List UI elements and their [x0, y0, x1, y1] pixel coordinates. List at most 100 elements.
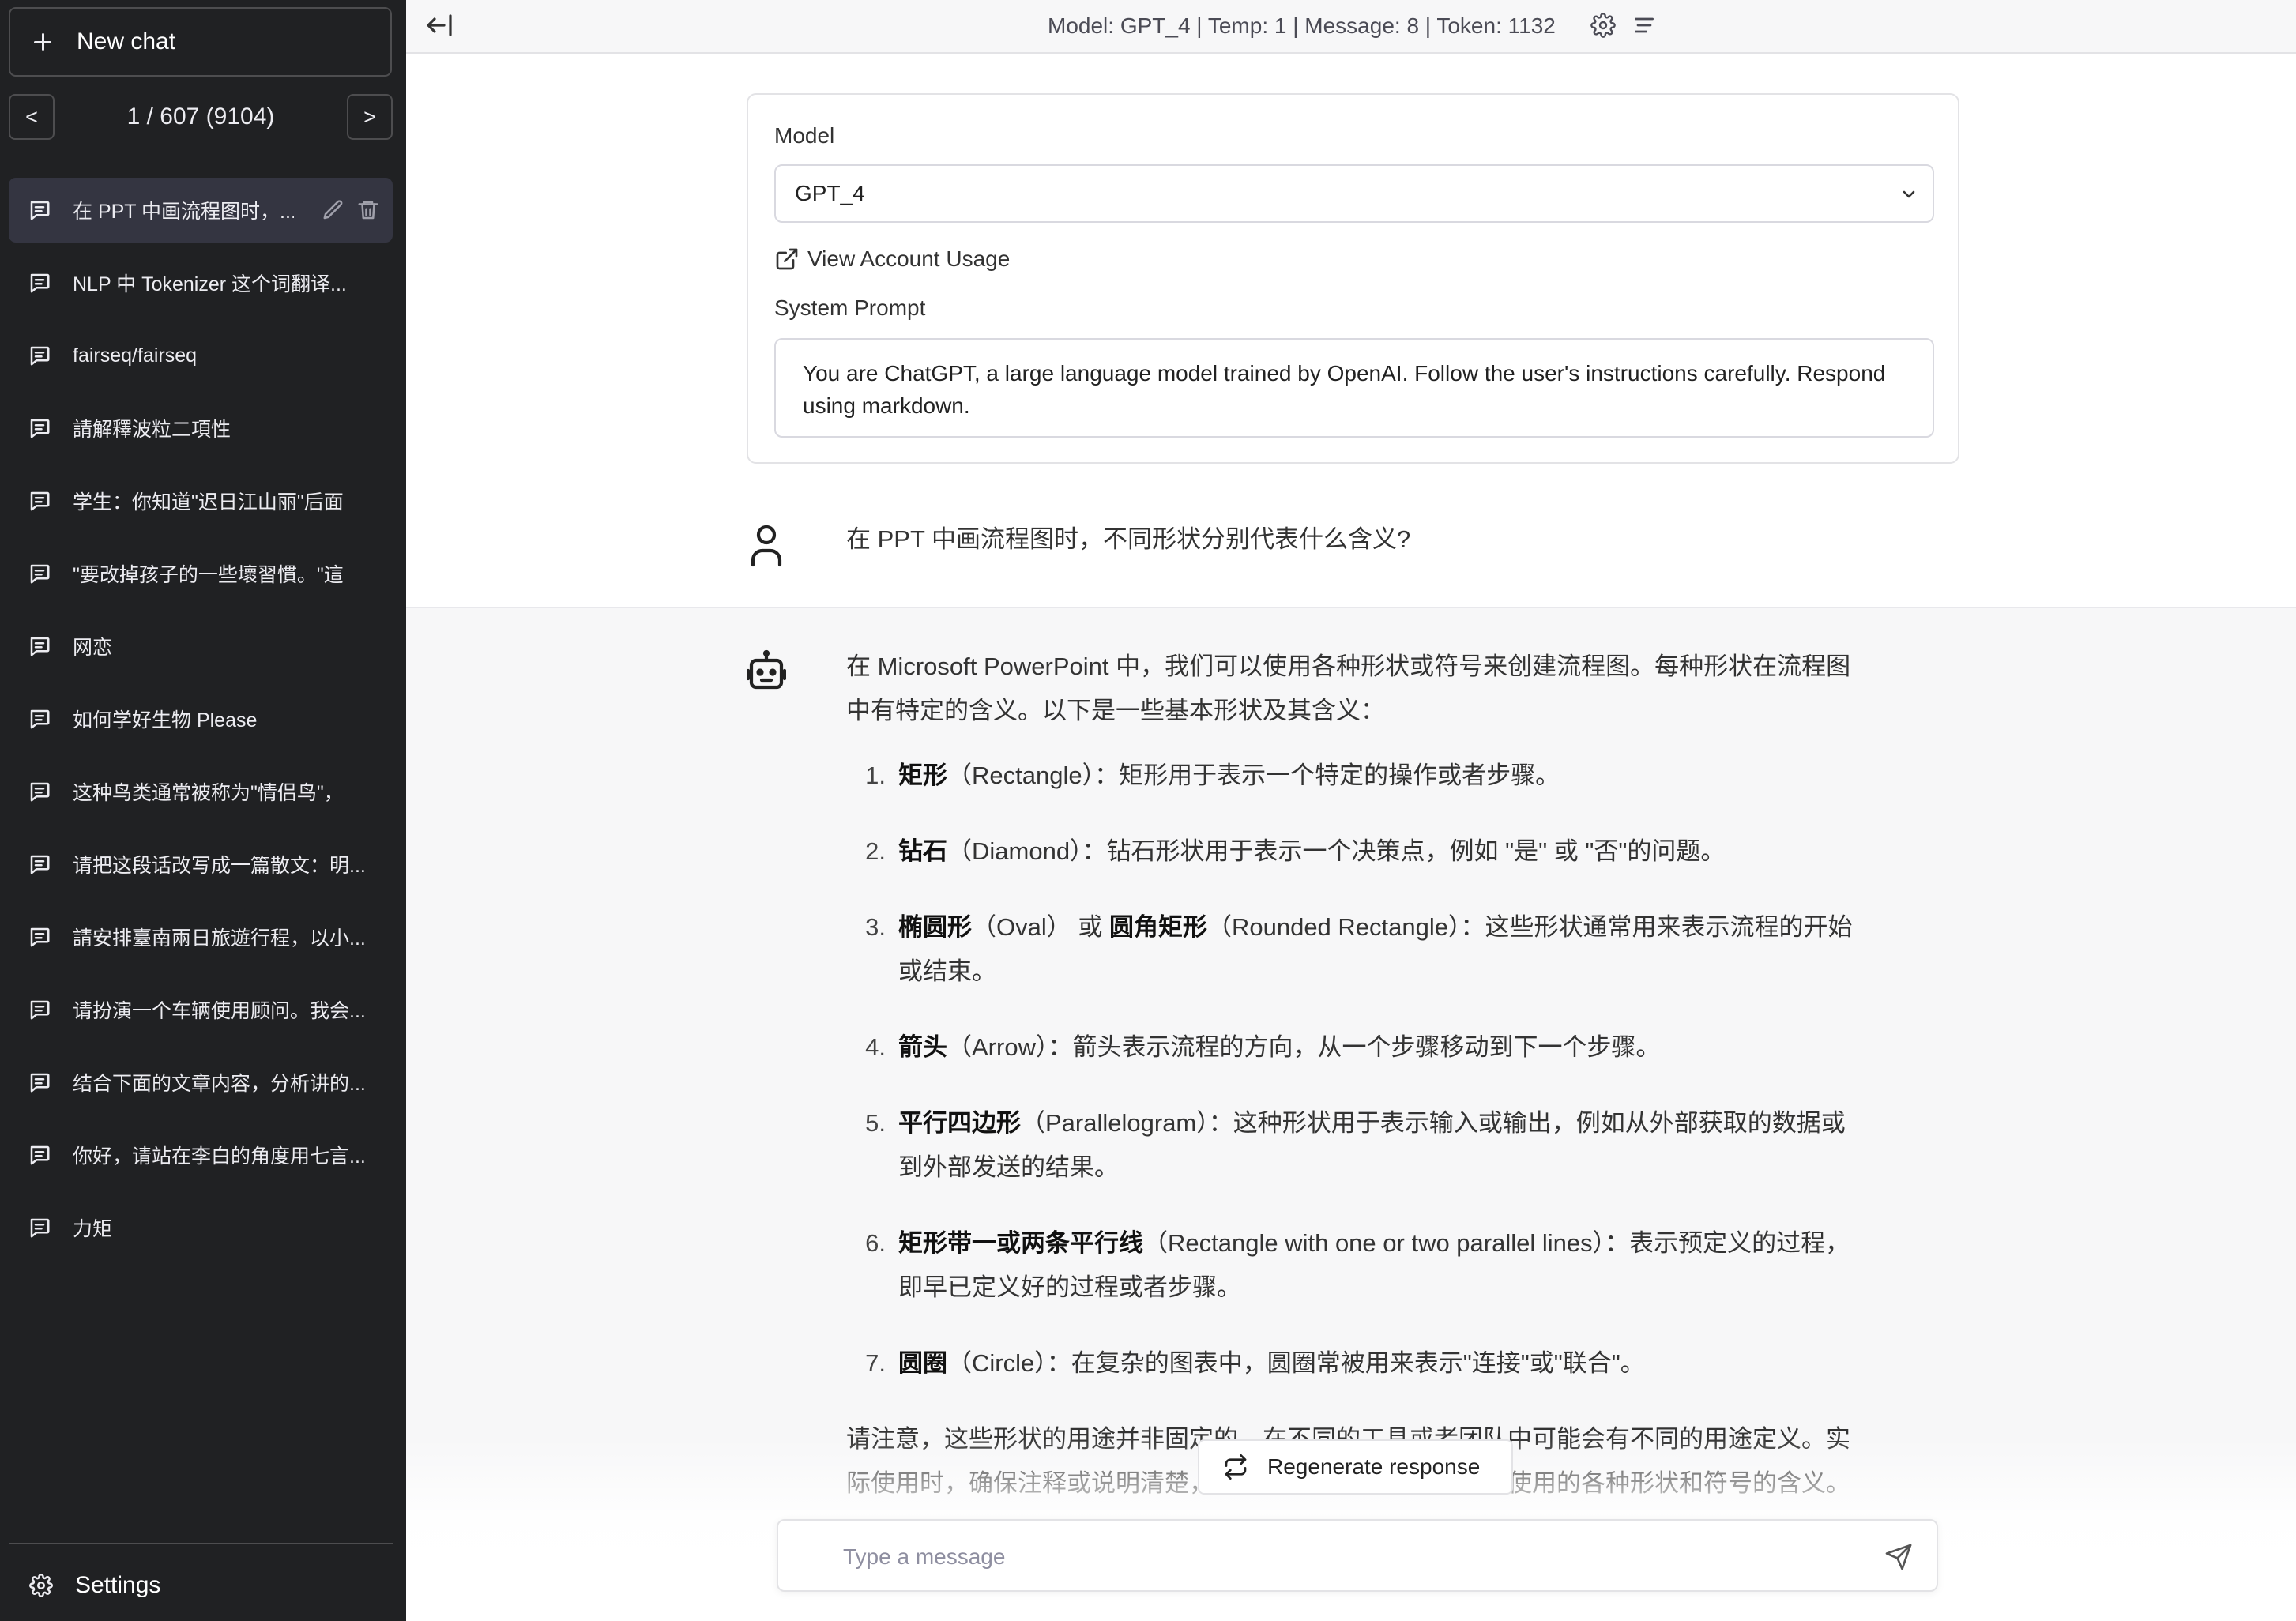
chat-history-list: 在 PPT 中画流程图时，... NLP 中 Tokenizer 这个词翻译...… — [9, 178, 393, 1268]
shape-description: （Parallelogram）：这种形状用于表示输入或输出，例如从外部获取的数据… — [898, 1109, 1846, 1181]
refresh-icon — [1225, 1454, 1247, 1480]
list-number: 1. — [865, 762, 886, 789]
shape-term: 平行四边形 — [898, 1109, 1021, 1137]
chat-history-item[interactable]: 請安排臺南兩日旅遊行程，以小... — [9, 905, 393, 969]
model-select[interactable]: GPT_4 — [774, 164, 1934, 223]
gear-icon[interactable] — [1590, 13, 1616, 38]
shape-meaning-list: 1. 矩形（Rectangle）：矩形用于表示一个特定的操作或者步骤。 2. 钻石（D… — [846, 754, 1865, 1386]
message-icon — [30, 927, 50, 947]
message-icon — [30, 273, 50, 293]
system-prompt-field[interactable]: You are ChatGPT, a large language model … — [774, 338, 1934, 438]
chat-history-title: NLP 中 Tokenizer 这个词翻译... — [73, 273, 347, 295]
chat-history-title: fairseq/fairseq — [73, 344, 198, 367]
list-item-body: 平行四边形（Parallelogram）：这种形状用于表示输入或输出，例如从外部… — [898, 1101, 1865, 1190]
shape-description: （Arrow）：箭头表示流程的方向，从一个步骤移动到下一个步骤。 — [947, 1033, 1661, 1061]
gear-icon — [29, 1574, 53, 1597]
new-chat-label: New chat — [77, 28, 176, 55]
view-account-usage-link[interactable]: View Account Usage — [774, 243, 1010, 275]
model-label: Model — [774, 123, 835, 148]
chat-history-item[interactable]: 结合下面的文章内容，分析讲的... — [9, 1050, 393, 1115]
trash-icon[interactable] — [356, 198, 380, 222]
model-select-value: GPT_4 — [795, 181, 865, 205]
chat-history-item[interactable]: 网恋 — [9, 614, 393, 679]
message-icon — [30, 1073, 50, 1093]
chat-history-title: "要改掉孩子的一些壞習慣。"這 — [73, 564, 344, 586]
user-message-text: 在 PPT 中画流程图时，不同形状分别代表什么含义? — [846, 525, 1411, 553]
shape-term: 圆角矩形 — [1108, 913, 1207, 941]
shape-term: 箭头 — [898, 1033, 947, 1061]
list-item: 5. 平行四边形（Parallelogram）：这种形状用于表示输入或输出，例如从… — [846, 1101, 1865, 1190]
list-number: 6. — [865, 1229, 886, 1257]
message-icon — [30, 346, 50, 366]
sidebar-divider — [9, 1543, 393, 1544]
message-icon — [30, 1218, 50, 1238]
list-number: 3. — [865, 913, 886, 941]
list-item: 1. 矩形（Rectangle）：矩形用于表示一个特定的操作或者步骤。 — [846, 754, 1865, 798]
message-input[interactable] — [841, 1536, 1809, 1578]
settings-label: Settings — [75, 1572, 161, 1598]
message-icon — [30, 201, 50, 220]
chat-history-item[interactable]: fairseq/fairseq — [9, 323, 393, 388]
external-link-icon — [776, 248, 798, 270]
message-icon — [30, 782, 50, 802]
shape-term: 钻石 — [898, 837, 947, 865]
sidebar: New chat < 1 / 607 (9104) > 在 PPT 中画流程图时… — [0, 0, 406, 1621]
chat-history-title: 请把这段话改写成一篇散文：明... — [73, 855, 366, 877]
list-number: 7. — [865, 1349, 886, 1377]
list-item: 7. 圆圈（Circle）：在复杂的图表中，圆圈常被用来表示"连接"或"联合"。 — [846, 1341, 1865, 1386]
chat-history-item[interactable]: 请把这段话改写成一篇散文：明... — [9, 832, 393, 897]
message-icon — [30, 855, 50, 874]
chat-history-title: 结合下面的文章内容，分析讲的... — [73, 1073, 366, 1095]
shape-description: （Rectangle）：矩形用于表示一个特定的操作或者步骤。 — [947, 762, 1560, 789]
chat-history-item[interactable]: 力矩 — [9, 1195, 393, 1260]
list-number: 5. — [865, 1109, 886, 1137]
chat-history-title: 在 PPT 中画流程图时，... — [73, 201, 294, 223]
conversation-info: Model: GPT_4 | Temp: 1 | Message: 8 | To… — [1048, 13, 1556, 38]
chat-history-item[interactable]: 学生：你知道"迟日江山丽"后面 — [9, 468, 393, 533]
chat-history-title: 学生：你知道"迟日江山丽"后面 — [73, 491, 344, 513]
chat-history-item[interactable]: NLP 中 Tokenizer 这个词翻译... — [9, 250, 393, 315]
new-chat-button[interactable]: New chat — [9, 7, 392, 77]
pencil-icon[interactable] — [322, 198, 345, 222]
list-item-body: 矩形带一或两条平行线（Rectangle with one or two par… — [898, 1221, 1865, 1310]
main-panel: Model: GPT_4 | Temp: 1 | Message: 8 | To… — [406, 0, 2296, 1621]
shape-description: （Diamond）：钻石形状用于表示一个决策点，例如 "是" 或 "否"的问题。 — [947, 837, 1726, 865]
chat-history-item[interactable]: 这种鸟类通常被称为"情侣鸟"， — [9, 759, 393, 824]
message-icon — [30, 637, 50, 656]
user-message: 在 PPT 中画流程图时，不同形状分别代表什么含义? — [406, 490, 2296, 608]
list-item-body: 钻石（Diamond）：钻石形状用于表示一个决策点，例如 "是" 或 "否"的问… — [898, 829, 1865, 874]
settings-button[interactable]: Settings — [9, 1560, 393, 1611]
chat-history-item[interactable]: "要改掉孩子的一些壞習慣。"這 — [9, 541, 393, 606]
chat-history-item[interactable]: 在 PPT 中画流程图时，... — [9, 178, 393, 243]
message-icon — [30, 1145, 50, 1165]
user-icon — [751, 525, 782, 567]
list-item: 4. 箭头（Arrow）：箭头表示流程的方向，从一个步骤移动到下一个步骤。 — [846, 1025, 1865, 1070]
regenerate-response-button[interactable]: Regenerate response — [1198, 1439, 1513, 1495]
chat-history-item[interactable]: 你好，请站在李白的角度用七言... — [9, 1123, 393, 1187]
list-item: 2. 钻石（Diamond）：钻石形状用于表示一个决策点，例如 "是" 或 "否"… — [846, 829, 1865, 874]
chat-history-title: 网恋 — [73, 637, 113, 659]
regenerate-response-label: Regenerate response — [1267, 1454, 1481, 1479]
view-account-usage-label: View Account Usage — [807, 246, 1011, 271]
prev-page-button[interactable]: < — [9, 94, 55, 140]
chat-history-title: 如何学好生物 Please — [73, 709, 258, 732]
shape-description: （Circle）：在复杂的图表中，圆圈常被用来表示"连接"或"联合"。 — [947, 1349, 1645, 1377]
message-icon — [30, 491, 50, 511]
chat-history-item[interactable]: 请扮演一个车辆使用顾问。我会... — [9, 977, 393, 1042]
chat-history-item[interactable]: 如何学好生物 Please — [9, 686, 393, 751]
chat-history-title: 請解釋波粒二項性 — [73, 419, 231, 441]
collapse-sidebar-icon[interactable] — [423, 11, 455, 39]
list-icon[interactable] — [1632, 13, 1657, 38]
page-indicator: 1 / 607 (9104) — [126, 103, 275, 130]
shape-connector: （Oval） 或 — [972, 913, 1109, 941]
list-item-body: 圆圈（Circle）：在复杂的图表中，圆圈常被用来表示"连接"或"联合"。 — [898, 1341, 1865, 1386]
assistant-message-body: 在 Microsoft PowerPoint 中，我们可以使用各种形状或符号来创… — [846, 645, 1865, 1506]
list-item: 6. 矩形带一或两条平行线（Rectangle with one or two p… — [846, 1221, 1865, 1310]
send-icon[interactable] — [1884, 1543, 1913, 1571]
plus-icon — [34, 33, 51, 51]
next-page-button[interactable]: > — [347, 94, 393, 140]
chat-history-item[interactable]: 請解釋波粒二項性 — [9, 396, 393, 461]
list-number: 2. — [865, 837, 886, 865]
chat-history-title: 这种鸟类通常被称为"情侣鸟"， — [73, 782, 344, 804]
chat-history-title: 你好，请站在李白的角度用七言... — [73, 1145, 366, 1168]
